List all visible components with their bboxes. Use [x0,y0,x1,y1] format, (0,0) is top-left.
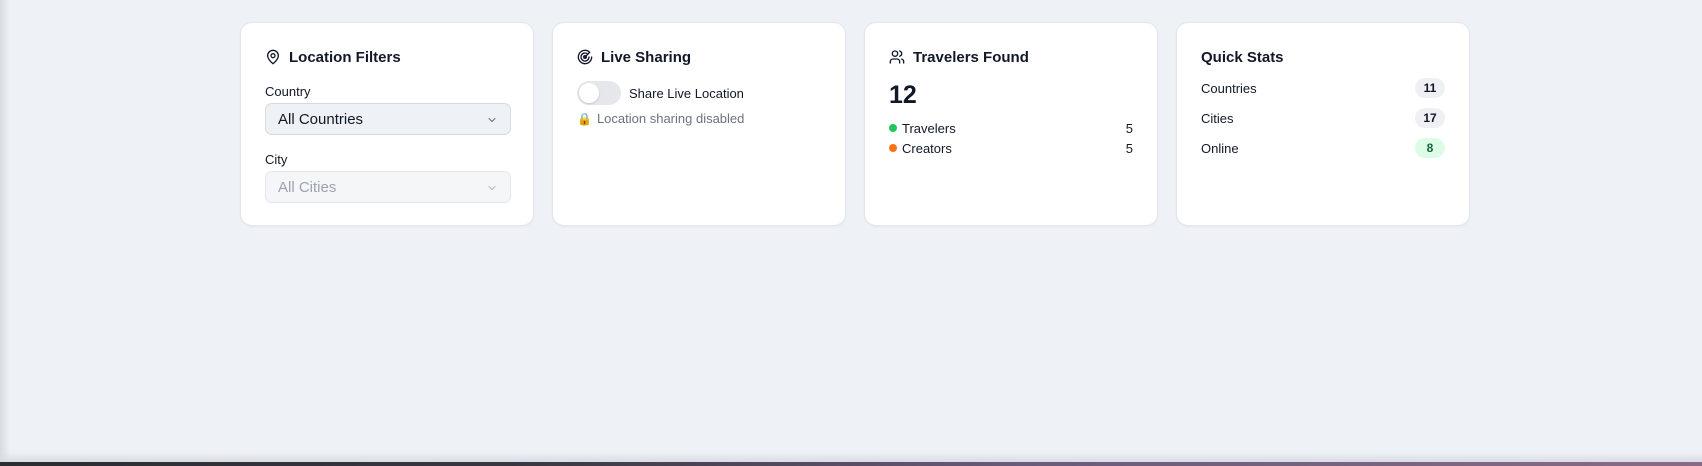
list-item: Online 8 [1201,133,1445,163]
location-filters-header: Location Filters [265,47,509,67]
users-icon [889,49,905,65]
quick-stats-card: Quick Stats Countries 11 Cities 17 Onlin… [1176,22,1470,226]
map-pin-icon [265,49,281,65]
window-bottom-shadow [0,452,1702,462]
cities-label: Cities [1201,110,1234,126]
travelers-found-card: Travelers Found 12 Travelers 5 Creators … [864,22,1158,226]
status-dot [889,124,897,132]
list-item: Cities 17 [1201,103,1445,133]
travelers-found-header: Travelers Found [889,47,1133,67]
list-item: Countries 11 [1201,73,1445,103]
list-item: Creators 5 [889,138,1133,158]
travelers-count: 5 [1125,120,1133,136]
cities-badge: 17 [1415,108,1445,128]
toggle-knob [579,83,599,103]
country-select[interactable]: All Countries [265,103,511,135]
travelers-label: Travelers [902,120,956,136]
country-select-value: All Countries [278,110,364,128]
travelers-found-title: Travelers Found [913,48,1029,66]
desktop-background-strip [0,462,1702,466]
city-label: City [265,152,288,167]
city-select-value: All Cities [278,178,337,196]
list-item: Travelers 5 [889,118,1133,138]
chevron-down-icon [486,113,498,125]
travelers-total: 12 [889,81,917,109]
radar-icon [577,49,593,65]
city-select[interactable]: All Cities [265,171,511,203]
lock-icon: 🔒 [577,111,592,126]
status-dot [889,144,897,152]
quick-stats-title: Quick Stats [1201,48,1284,66]
share-location-toggle[interactable] [577,81,621,105]
countries-label: Countries [1201,80,1257,96]
live-sharing-card: Live Sharing Share Live Location 🔒 Locat… [552,22,846,226]
dashboard-cards: Location Filters Country All Countries C… [240,22,1470,226]
share-location-label: Share Live Location [629,85,744,101]
quick-stats-list: Countries 11 Cities 17 Online 8 [1201,73,1445,163]
location-filters-title: Location Filters [289,48,401,66]
online-badge: 8 [1415,138,1445,158]
live-sharing-title: Live Sharing [601,48,692,66]
sharing-status: 🔒 Location sharing disabled [577,111,821,126]
live-sharing-header: Live Sharing [577,47,821,67]
share-location-row: Share Live Location [577,81,821,105]
countries-badge: 11 [1415,78,1445,98]
creators-label: Creators [902,140,952,156]
location-filters-card: Location Filters Country All Countries C… [240,22,534,226]
creators-count: 5 [1125,140,1133,156]
travelers-breakdown: Travelers 5 Creators 5 [889,118,1133,158]
sharing-status-text: Location sharing disabled [596,111,745,126]
quick-stats-header: Quick Stats [1201,47,1445,67]
chevron-down-icon [486,181,498,193]
country-label: Country [265,84,311,99]
online-label: Online [1201,140,1239,156]
window-edge-shadow [0,0,10,466]
